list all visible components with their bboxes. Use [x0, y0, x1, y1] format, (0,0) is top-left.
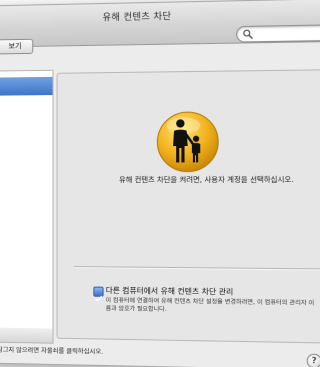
remote-management-description: 이 컴퓨터에 연결하여 유해 컨텐츠 차단 설정을 변경하려면, 이 컴퓨터의 … — [105, 297, 315, 314]
lock-instruction: 잠그지 않으려면 자물쇠를 클릭하십시오. — [0, 346, 104, 356]
show-all-label: 보기 — [8, 41, 22, 51]
remote-management-label[interactable]: 다른 컴퓨터에서 유해 컨텐츠 차단 관리 — [106, 285, 234, 298]
window-titlebar: 유해 컨텐츠 차단 보기 — [0, 0, 320, 55]
search-input[interactable] — [236, 24, 320, 43]
parental-controls-icon — [154, 109, 221, 175]
show-all-button[interactable]: 보기 — [0, 38, 34, 55]
checkmark-icon — [94, 295, 102, 303]
preferences-window: 유해 컨텐츠 차단 보기 유해 컨텐츠 차단을 켜려면, 사용자 계정을 선택하… — [0, 0, 320, 367]
user-list-toolbar — [0, 327, 54, 344]
search-icon — [243, 29, 254, 40]
window-title: 유해 컨텐츠 차단 — [102, 11, 172, 24]
screen-crop: 유해 컨텐츠 차단 보기 유해 컨텐츠 차단을 켜려면, 사용자 계정을 선택하… — [0, 0, 320, 367]
help-label: ? — [311, 355, 317, 366]
selected-user-row[interactable] — [0, 76, 53, 96]
parental-controls-panel: 유해 컨텐츠 차단을 켜려면, 사용자 계정을 선택하십시오. 다른 컴퓨터에서… — [56, 68, 320, 345]
panel-divider — [73, 266, 320, 270]
remote-management-checkbox[interactable] — [93, 286, 104, 297]
select-account-prompt: 유해 컨텐츠 차단을 켜려면, 사용자 계정을 선택하십시오. — [119, 175, 294, 184]
user-accounts-list[interactable] — [0, 69, 54, 331]
help-button[interactable]: ? — [306, 353, 320, 367]
